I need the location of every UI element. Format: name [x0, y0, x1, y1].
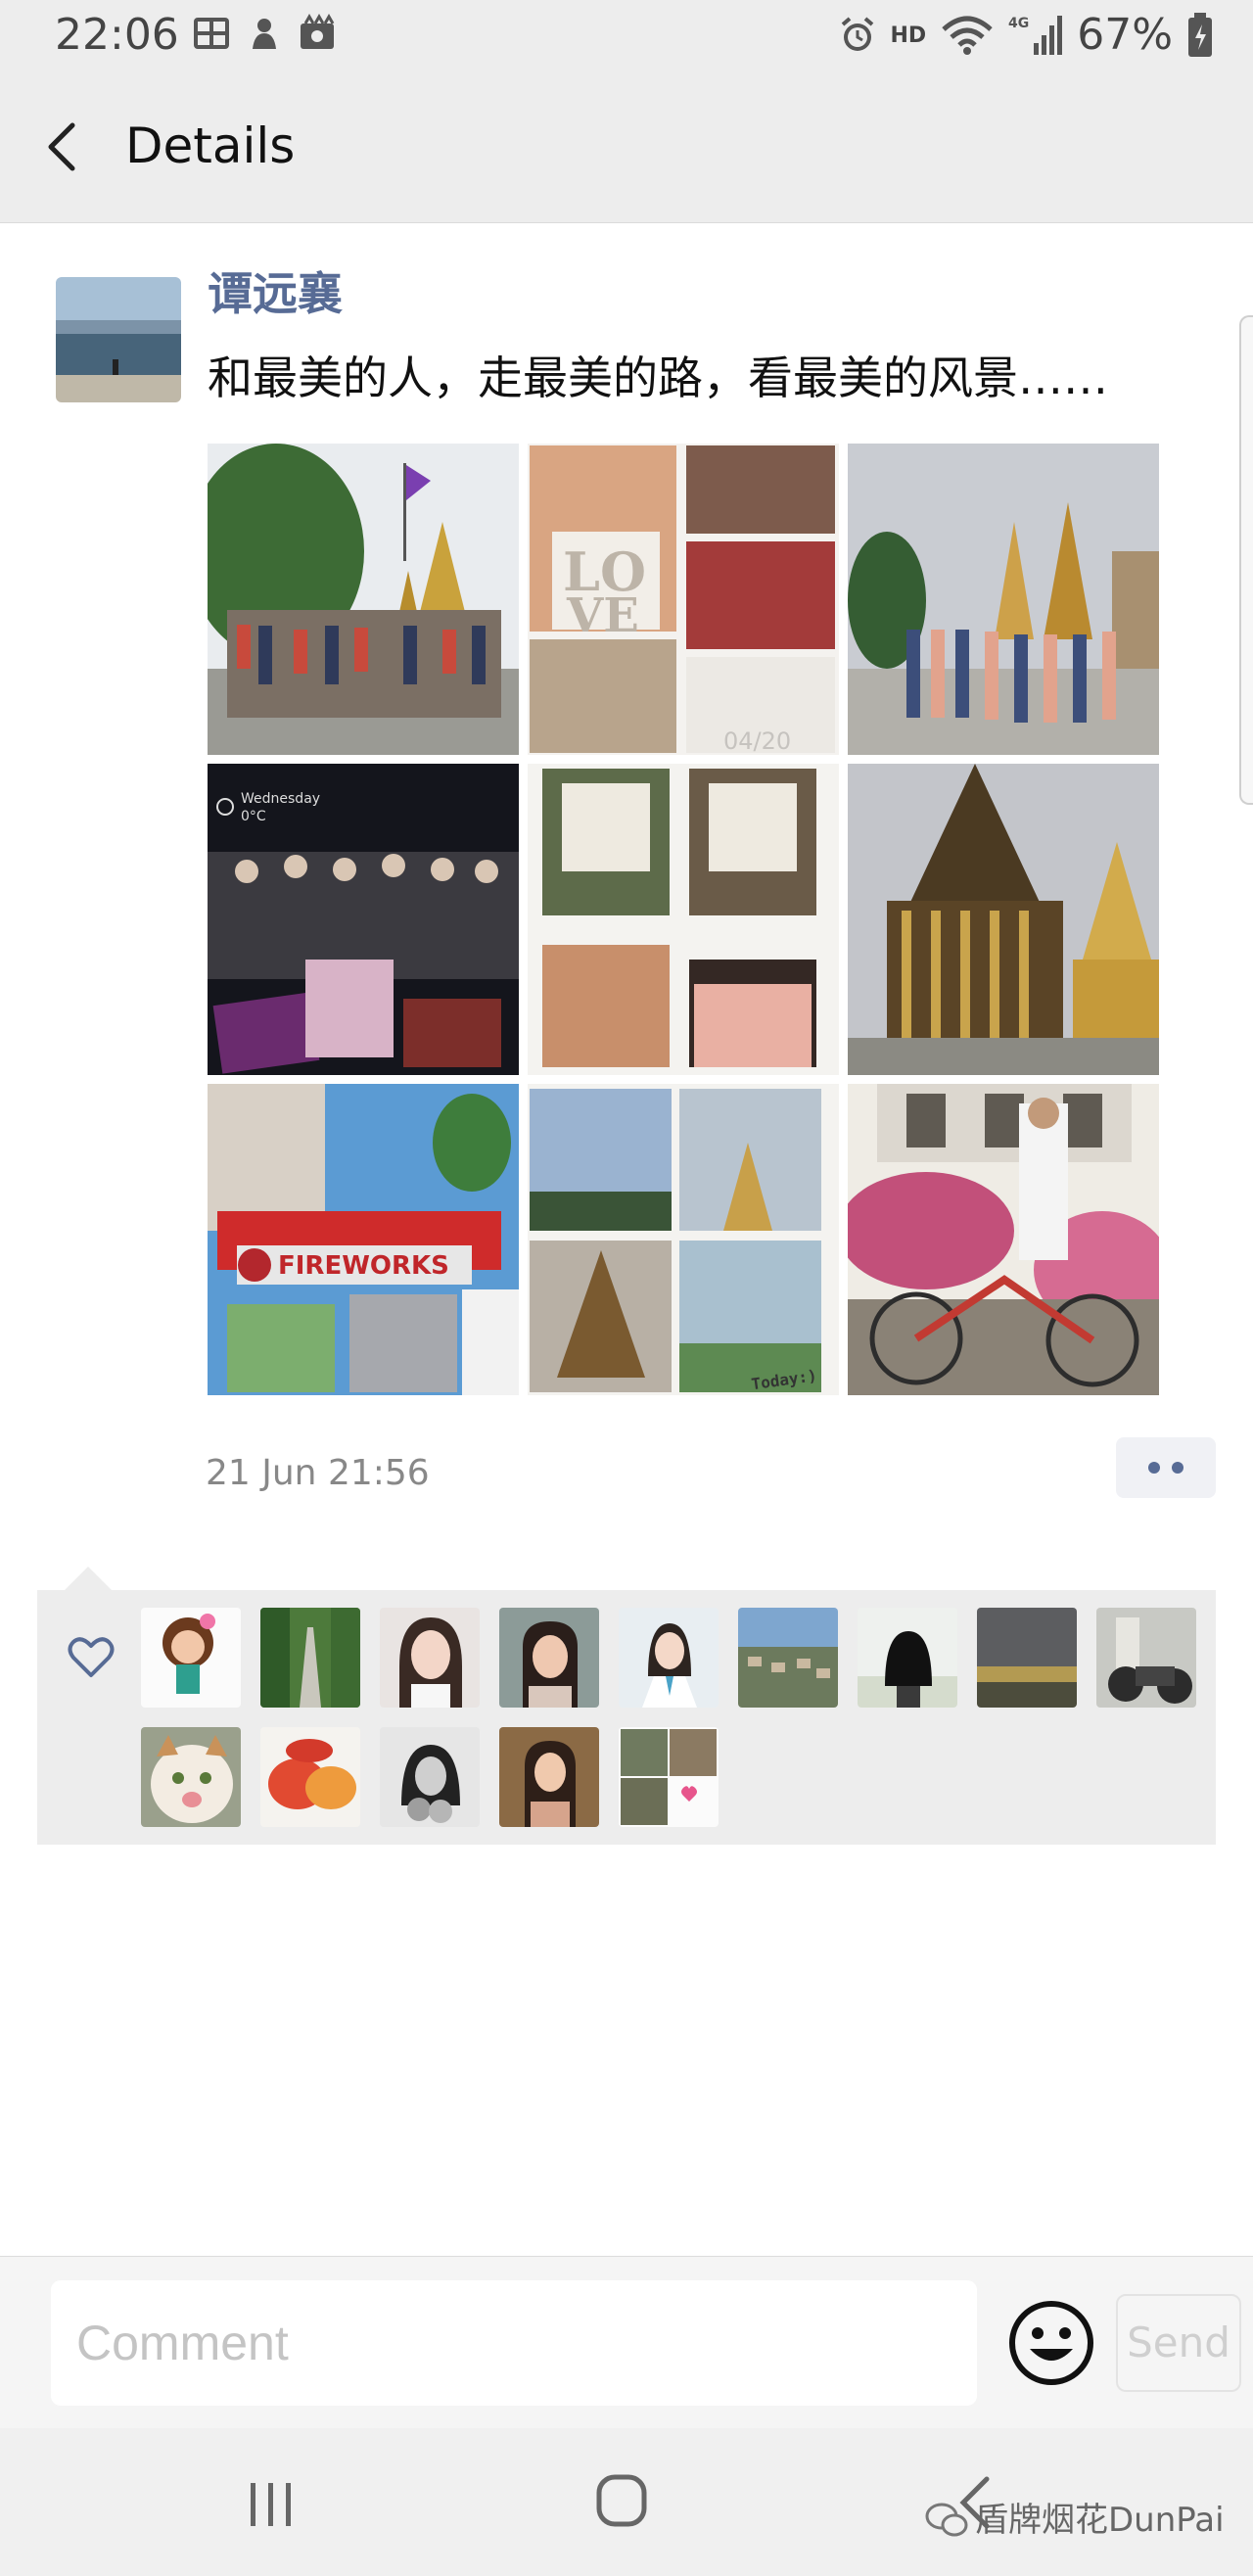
watermark-text: 盾牌烟花DunPai	[975, 2501, 1225, 2540]
notification-icon	[253, 19, 276, 49]
like-avatar[interactable]	[141, 1608, 241, 1708]
status-time: 22:06	[55, 10, 179, 60]
photo-3[interactable]	[848, 444, 1159, 755]
watermark: 盾牌烟花DunPai	[924, 2499, 1225, 2542]
photo-8[interactable]: Today:)	[528, 1084, 839, 1395]
battery-icon	[1188, 13, 1212, 57]
send-button[interactable]: Send	[1116, 2294, 1241, 2392]
battery-percent: 67%	[1077, 10, 1173, 60]
photo-9[interactable]	[848, 1084, 1159, 1395]
post-timestamp: 21 Jun 21:56	[206, 1453, 430, 1493]
status-right: HD 4G 67%	[838, 6, 1214, 65]
recent-apps-icon[interactable]	[247, 2481, 298, 2528]
svg-text:Wednesday: Wednesday	[241, 791, 320, 807]
like-avatar[interactable]	[260, 1727, 360, 1827]
photo-6[interactable]	[848, 764, 1159, 1075]
wechat-logo-icon	[925, 2503, 968, 2537]
signal-icon: 4G	[1008, 16, 1063, 55]
wifi-icon	[942, 16, 993, 55]
like-avatar[interactable]	[380, 1608, 480, 1708]
like-avatar[interactable]	[1096, 1608, 1196, 1708]
author-name[interactable]: 谭远襄	[208, 264, 343, 323]
gallery-icon	[301, 14, 335, 49]
more-dot-icon	[1148, 1462, 1160, 1474]
grid-app-icon	[194, 18, 229, 49]
photo-2[interactable]: LO VE 04/20	[528, 444, 839, 755]
scroll-indicator[interactable]	[1239, 315, 1253, 805]
chevron-left-icon	[48, 122, 75, 171]
status-bar: 22:06 HD 4G 67%	[0, 0, 1253, 70]
photo-grid: LO VE 04/20 Wednesday 0°C FIREWORKS Toda…	[208, 444, 1160, 1395]
like-avatar[interactable]	[619, 1727, 719, 1827]
likes-panel	[37, 1590, 1216, 1845]
hd-indicator: HD	[890, 23, 927, 48]
smiley-icon[interactable]	[1006, 2298, 1096, 2388]
svg-text:FIREWORKS: FIREWORKS	[278, 1251, 449, 1281]
nav-bar: Details	[0, 70, 1253, 223]
photo-7[interactable]: FIREWORKS	[208, 1084, 519, 1395]
like-avatar[interactable]	[858, 1608, 957, 1708]
comment-input[interactable]	[51, 2280, 977, 2406]
photo-4[interactable]: Wednesday 0°C	[208, 764, 519, 1075]
network-label: 4G	[1008, 16, 1029, 31]
like-avatar[interactable]	[738, 1608, 838, 1708]
like-avatar[interactable]	[380, 1727, 480, 1827]
like-avatar[interactable]	[260, 1608, 360, 1708]
photo-1[interactable]	[208, 444, 519, 755]
svg-text:04/20: 04/20	[723, 727, 791, 755]
author-avatar[interactable]	[56, 277, 181, 402]
details-screen: 22:06 HD 4G 67% Details 谭远襄 和最美的人，走最美的路，…	[0, 0, 1253, 2576]
like-avatar[interactable]	[499, 1727, 599, 1827]
page-title: Details	[125, 117, 296, 174]
comment-bar: Send	[0, 2256, 1253, 2428]
like-avatar[interactable]	[619, 1608, 719, 1708]
status-left-icons	[192, 14, 337, 53]
svg-text:0°C: 0°C	[241, 809, 266, 824]
like-avatar[interactable]	[977, 1608, 1077, 1708]
like-avatar[interactable]	[141, 1727, 241, 1827]
home-icon[interactable]	[595, 2471, 650, 2530]
back-button[interactable]	[35, 117, 94, 176]
like-avatar[interactable]	[499, 1608, 599, 1708]
likes-pointer	[65, 1567, 112, 1590]
heart-outline-icon	[68, 1637, 115, 1677]
more-dot-icon	[1172, 1462, 1183, 1474]
post-text: 和最美的人，走最美的路，看最美的风景……	[208, 351, 1108, 404]
more-actions-button[interactable]	[1116, 1437, 1216, 1498]
svg-text:VE: VE	[566, 588, 639, 643]
alarm-icon	[841, 17, 873, 51]
photo-5[interactable]	[528, 764, 839, 1075]
